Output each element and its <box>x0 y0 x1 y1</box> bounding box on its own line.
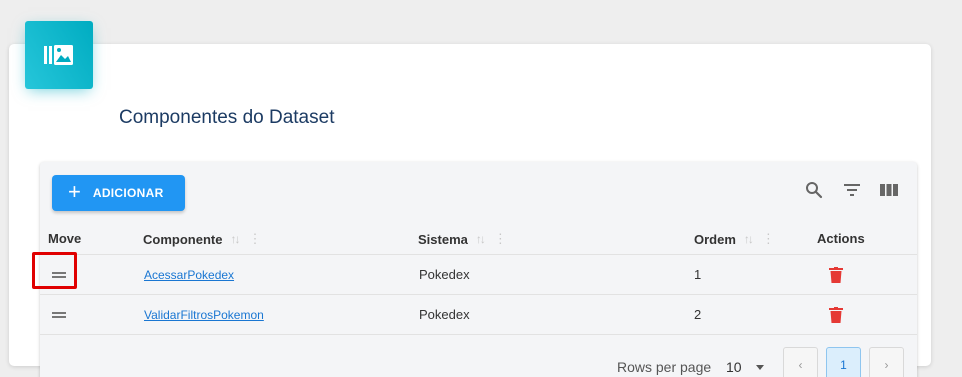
components-table-panel: + ADICIONAR Move Componente ↑↓ ⋮ Sistema… <box>40 162 917 377</box>
page-button[interactable]: 1 <box>826 347 861 377</box>
sistema-cell: Pokedex <box>419 267 470 282</box>
ordem-cell: 2 <box>694 307 702 322</box>
filter-icon[interactable] <box>841 179 863 201</box>
plus-icon: + <box>68 179 81 204</box>
componente-cell: AcessarPokedex <box>144 255 234 294</box>
header-label: Actions <box>817 231 865 246</box>
chevron-down-icon[interactable] <box>756 365 764 370</box>
delete-icon[interactable] <box>829 255 843 294</box>
sort-icon[interactable]: ↑↓ <box>476 232 486 246</box>
column-header-actions: Actions <box>817 231 865 246</box>
dataset-components-card: Componentes do Dataset + ADICIONAR Move … <box>9 44 931 377</box>
componente-cell: ValidarFiltrosPokemon <box>144 295 264 334</box>
table-row: ValidarFiltrosPokemon Pokedex 2 <box>40 295 917 334</box>
ordem-cell: 1 <box>694 267 702 282</box>
prev-page-button[interactable]: ‹ <box>783 347 818 377</box>
componente-link[interactable]: ValidarFiltrosPokemon <box>144 308 264 322</box>
componente-link[interactable]: AcessarPokedex <box>144 268 234 282</box>
column-menu-icon[interactable]: ⋮ <box>762 231 775 247</box>
header-label: Ordem <box>694 231 736 247</box>
delete-icon[interactable] <box>829 295 843 334</box>
drag-handle-highlight <box>32 252 77 289</box>
drag-handle-icon[interactable] <box>52 295 66 334</box>
sistema-cell: Pokedex <box>419 307 470 322</box>
divider <box>40 334 917 335</box>
column-header-sistema[interactable]: Sistema ↑↓ ⋮ <box>418 231 507 247</box>
library-image-icon <box>25 21 93 89</box>
sort-icon[interactable]: ↑↓ <box>744 232 754 246</box>
header-label: Move <box>48 231 82 246</box>
search-icon[interactable] <box>803 179 825 201</box>
rows-per-page-label: Rows per page <box>617 359 712 375</box>
sort-icon[interactable]: ↑↓ <box>230 232 240 246</box>
header-label: Componente <box>143 231 223 247</box>
columns-icon[interactable] <box>878 179 900 201</box>
rows-per-page-select[interactable]: 10 <box>726 359 742 375</box>
table-row: AcessarPokedex Pokedex 1 <box>40 255 917 294</box>
add-button[interactable]: + ADICIONAR <box>52 175 185 211</box>
header-label: Sistema <box>418 231 468 247</box>
column-header-move: Move <box>48 231 81 246</box>
column-header-ordem[interactable]: Ordem ↑↓ ⋮ <box>694 231 775 247</box>
add-button-label: ADICIONAR <box>92 186 164 200</box>
column-menu-icon[interactable]: ⋮ <box>494 231 507 247</box>
column-header-componente[interactable]: Componente ↑↓ ⋮ <box>143 231 261 247</box>
next-page-button[interactable]: › <box>869 347 904 377</box>
column-menu-icon[interactable]: ⋮ <box>248 231 261 247</box>
page-title: Componentes do Dataset <box>119 107 335 128</box>
